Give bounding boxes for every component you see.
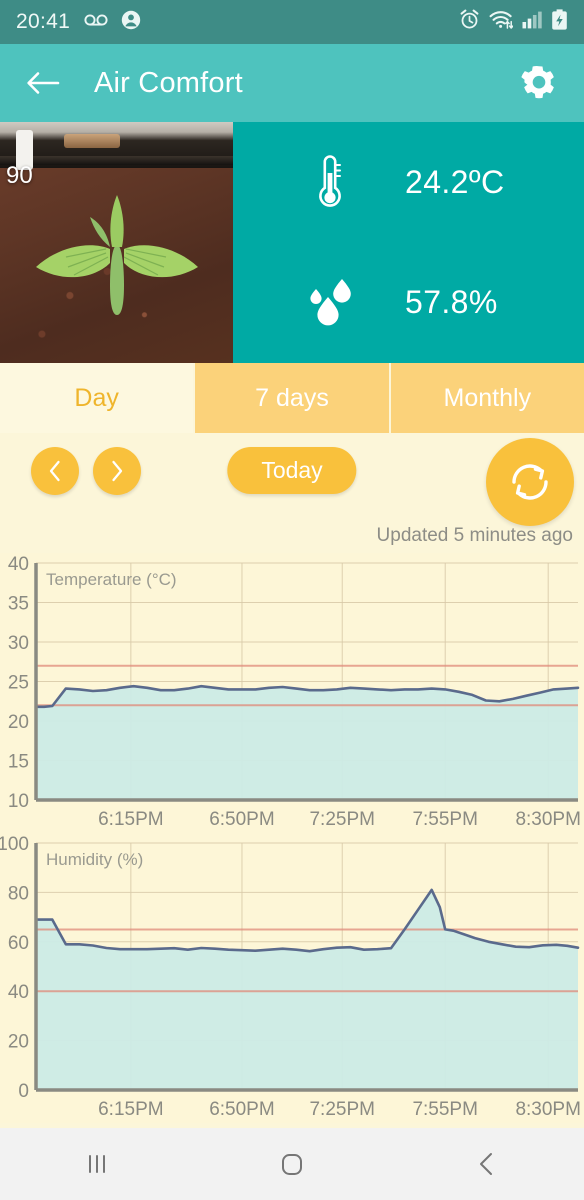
y-axis-tick: 35 (8, 594, 29, 615)
y-axis-tick: 0 (18, 1081, 29, 1102)
battery-charging-icon (551, 9, 568, 35)
x-axis-tick: 8:30PM (515, 809, 580, 830)
x-axis-tick: 6:50PM (209, 1099, 274, 1120)
next-day-button[interactable] (93, 447, 141, 495)
humidity-chart[interactable]: 0 20 40 60 80 100 6:15PM 6:50PM 7:25PM 7:55PM 8:30… (0, 833, 584, 1123)
today-button[interactable]: Today (227, 447, 357, 494)
readings-panel: 24.2ºC 57.8% (233, 122, 584, 363)
home-icon (281, 1154, 302, 1175)
x-axis-tick: 6:50PM (209, 809, 274, 830)
y-axis-tick: 40 (8, 982, 29, 1003)
y-axis-tick: 10 (8, 791, 29, 812)
thermometer-icon (293, 153, 367, 213)
y-axis-tick: 60 (8, 933, 29, 954)
page-title: Air Comfort (94, 66, 243, 99)
tab-7-days[interactable]: 7 days (195, 363, 391, 433)
x-axis-tick: 7:55PM (412, 1099, 477, 1120)
temperature-chart[interactable]: 10 15 20 25 30 35 40 6:15PM 6:50PM 7:25PM 7:55PM 8:… (0, 553, 584, 833)
refresh-icon (512, 464, 548, 500)
series-area (36, 686, 578, 800)
photo-tray-lip (0, 156, 233, 165)
signal-icon (522, 11, 542, 34)
alarm-icon (459, 9, 480, 35)
recents-icon (89, 1155, 106, 1173)
x-axis-tick: 6:15PM (98, 809, 163, 830)
sprout-graphic (35, 195, 198, 316)
app-bar: Air Comfort (0, 44, 584, 122)
tab-day[interactable]: Day (0, 363, 196, 433)
updated-timestamp: Updated 5 minutes ago (376, 525, 573, 546)
contact-icon (121, 10, 141, 35)
home-button[interactable] (247, 1134, 337, 1194)
status-bar-right-icons (459, 9, 568, 35)
temperature-value: 24.2ºC (405, 164, 505, 200)
seedling-photo[interactable]: 90 (0, 122, 233, 363)
refresh-button[interactable] (486, 438, 574, 526)
y-axis-tick: 20 (8, 1032, 29, 1053)
prev-day-button[interactable] (31, 447, 79, 495)
wifi-icon (489, 10, 514, 34)
tab-monthly[interactable]: Monthly (391, 363, 584, 433)
x-axis-tick: 8:30PM (515, 1099, 580, 1120)
x-axis-tick: 7:25PM (309, 1099, 374, 1120)
chart-axis-title: Temperature (°C) (46, 570, 177, 589)
photo-overlay-value: 90 (6, 162, 33, 189)
x-axis-tick: 7:25PM (309, 809, 374, 830)
x-axis-tick: 6:15PM (98, 1099, 163, 1120)
status-bar: 20:41 (0, 0, 584, 44)
date-nav-arrows (31, 447, 141, 495)
android-nav-bar (0, 1128, 584, 1200)
app-root: 20:41 Air Comfort 90 24.2ºC 57.8% Day 7 … (0, 0, 584, 1200)
humidity-reading-row: 57.8% (233, 243, 584, 363)
y-axis-tick: 20 (8, 712, 29, 733)
y-axis-tick: 100 (0, 834, 29, 855)
gear-icon[interactable] (516, 60, 562, 106)
humidity-droplets-icon (293, 277, 367, 329)
y-axis-tick: 25 (8, 673, 29, 694)
back-chevron-icon (479, 1153, 492, 1175)
date-controls: Today Updated 5 minutes ago (0, 433, 584, 553)
y-axis-tick: 40 (8, 554, 29, 575)
status-bar-clock: 20:41 (16, 10, 71, 33)
hero-section: 90 24.2ºC 57.8% (0, 122, 584, 363)
x-axis-tick: 7:55PM (412, 809, 477, 830)
chart-axis-title: Humidity (%) (46, 850, 143, 869)
voicemail-icon (84, 13, 108, 32)
temperature-reading-row: 24.2ºC (233, 123, 584, 243)
y-axis-tick: 80 (8, 883, 29, 904)
chevron-left-icon (49, 460, 60, 482)
back-button[interactable] (442, 1134, 532, 1194)
humidity-value: 57.8% (405, 284, 498, 320)
y-axis-tick: 30 (8, 633, 29, 654)
chevron-right-icon (112, 460, 123, 482)
range-tabs: Day 7 days Monthly (0, 363, 584, 433)
recents-button[interactable] (52, 1134, 142, 1194)
y-axis-tick: 15 (8, 752, 29, 773)
photo-tray-chip (64, 134, 120, 148)
back-arrow-icon[interactable] (22, 62, 64, 104)
status-bar-left-icons (84, 10, 141, 35)
